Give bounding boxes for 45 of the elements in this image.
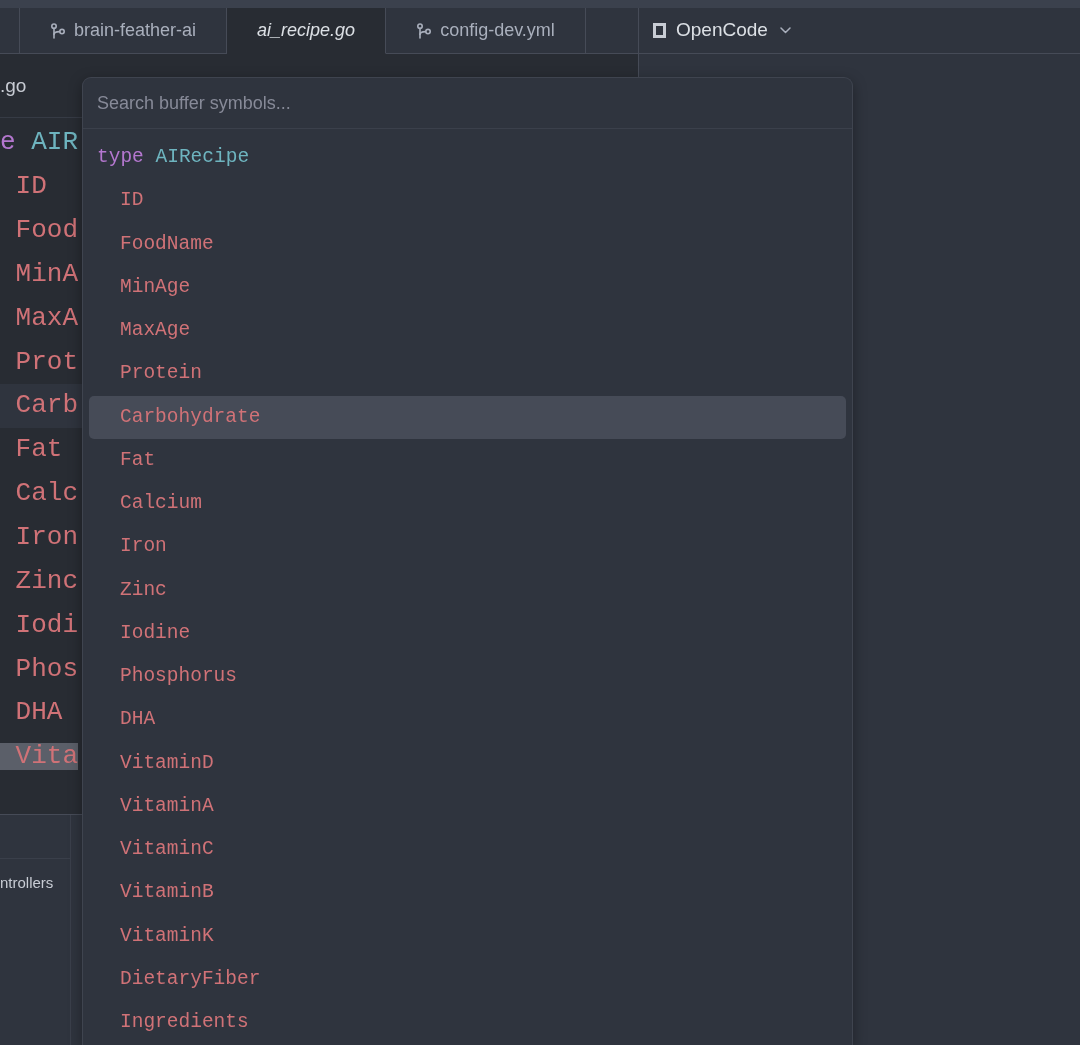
chevron-down-icon bbox=[779, 27, 791, 34]
symbol-item[interactable]: DHA bbox=[89, 698, 846, 742]
code-line: Iodi bbox=[14, 611, 78, 639]
symbol-item[interactable]: VitaminK bbox=[89, 914, 846, 958]
pane-tab[interactable]: OpenCode bbox=[653, 16, 791, 45]
code-line: Zinc bbox=[14, 567, 78, 595]
symbol-item[interactable]: DietaryFiber bbox=[89, 957, 846, 1001]
partial-tab[interactable] bbox=[0, 8, 20, 54]
symbol-item[interactable]: Phosphorus bbox=[89, 655, 846, 699]
code-line: MinA bbox=[14, 260, 78, 288]
symbol-item[interactable]: Iodine bbox=[89, 611, 846, 655]
branch-icon bbox=[416, 22, 433, 39]
code-line: Carb bbox=[14, 392, 78, 420]
symbol-item[interactable]: VitaminC bbox=[89, 828, 846, 872]
code-line: e AIR bbox=[0, 129, 79, 157]
branch-icon bbox=[50, 22, 66, 39]
breadcrumb[interactable]: .go bbox=[0, 75, 27, 96]
symbol-item[interactable]: Calcium bbox=[89, 482, 846, 526]
symbol-item[interactable]: Protein bbox=[89, 352, 846, 396]
symbol-item[interactable]: ID bbox=[89, 179, 846, 223]
symbol-item[interactable]: MaxAge bbox=[89, 309, 846, 353]
code-line: DHA bbox=[14, 699, 63, 727]
square-icon bbox=[653, 23, 666, 38]
code-line: Iron bbox=[14, 524, 78, 551]
code-line: Food bbox=[14, 217, 78, 245]
code-line: Fat bbox=[14, 436, 63, 464]
code-line: Prot bbox=[14, 348, 78, 376]
editor-tab[interactable]: ai_recipe.go bbox=[227, 8, 387, 54]
symbol-item[interactable]: type AIRecipe bbox=[89, 136, 846, 180]
symbol-item[interactable]: VitaminD bbox=[89, 741, 846, 785]
symbol-item[interactable]: Zinc bbox=[89, 568, 846, 612]
symbol-item[interactable]: VitaminB bbox=[89, 871, 846, 915]
code-line: ID bbox=[14, 173, 47, 201]
code-line: Calc bbox=[14, 480, 78, 508]
symbol-item[interactable]: Ingredients bbox=[89, 1001, 846, 1045]
search-field[interactable]: Search buffer symbols... bbox=[83, 78, 852, 129]
symbol-item[interactable]: Fat bbox=[89, 438, 846, 482]
symbol-item[interactable]: VitaminA bbox=[89, 784, 846, 828]
symbol-item[interactable]: FoodName bbox=[89, 222, 846, 266]
symbol-item[interactable]: MinAge bbox=[89, 265, 846, 309]
code-line: Phos bbox=[14, 655, 78, 683]
tree-item[interactable]: ntrollers bbox=[0, 859, 54, 893]
symbol-item[interactable]: Carbohydrate bbox=[89, 395, 846, 439]
symbol-item[interactable]: Iron bbox=[89, 525, 846, 569]
code-line: MaxA bbox=[14, 304, 78, 332]
